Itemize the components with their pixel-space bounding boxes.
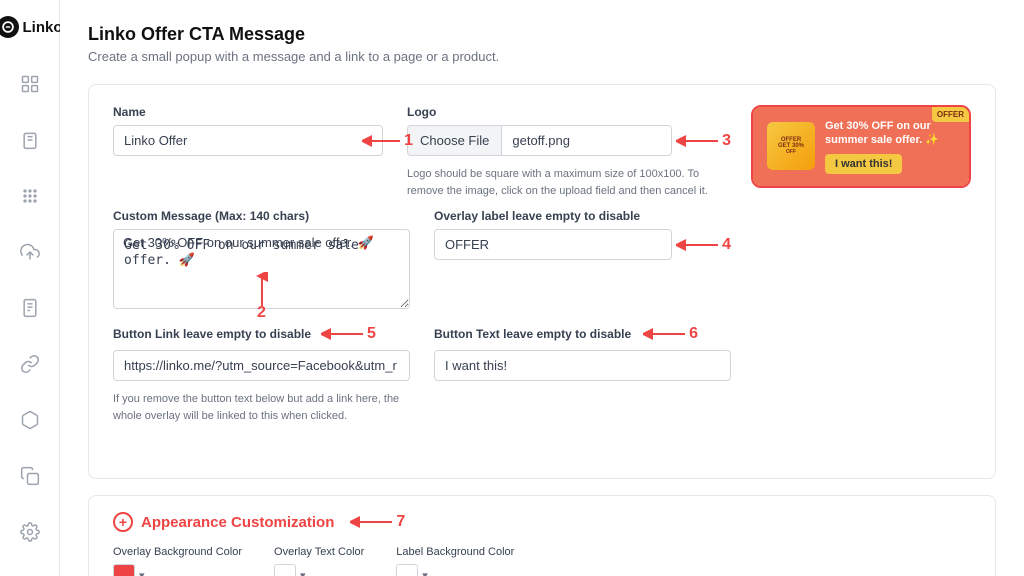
sidebar-item-file[interactable] xyxy=(12,290,48,326)
preview-offer-image: OFFER GET 30% OFF xyxy=(767,122,815,170)
sidebar-item-grid[interactable] xyxy=(12,66,48,102)
label-bg-dropdown[interactable]: ▾ xyxy=(422,569,428,576)
overlay-label-label: Overlay label leave empty to disable xyxy=(434,209,731,223)
button-link-hint: If you remove the button text below but … xyxy=(113,391,410,424)
annotation-7: 7 xyxy=(396,513,405,531)
choose-file-button[interactable]: Choose File xyxy=(407,125,501,156)
overlay-text-swatch[interactable] xyxy=(274,564,296,576)
appearance-header: + Appearance Customization 7 xyxy=(113,512,971,532)
preview-button[interactable]: I want this! xyxy=(825,154,902,174)
button-text-input[interactable] xyxy=(434,350,731,381)
overlay-bg-color-group: Overlay Background Color ▾ xyxy=(113,546,242,576)
button-text-label: Button Text leave empty to disable xyxy=(434,327,631,341)
label-bg-swatch[interactable] xyxy=(396,564,418,576)
overlay-bg-label: Overlay Background Color xyxy=(113,546,242,558)
sidebar-item-copy[interactable] xyxy=(12,458,48,494)
arrow-6-icon xyxy=(643,324,687,344)
preview-inner: OFFER GET 30% OFF Get 30% OFF on our sum… xyxy=(753,107,969,186)
label-bg-color-group: Label Background Color ▾ xyxy=(396,546,514,576)
logo-icon xyxy=(0,16,19,38)
custom-message-label: Custom Message (Max: 140 chars) xyxy=(113,209,410,223)
overlay-bg-swatch-row: ▾ xyxy=(113,564,242,576)
main-content: Linko Offer CTA Message Create a small p… xyxy=(60,0,1024,576)
sidebar-item-link[interactable] xyxy=(12,346,48,382)
sidebar-item-cube[interactable] xyxy=(12,402,48,438)
overlay-text-label: Overlay Text Color xyxy=(274,546,364,558)
appearance-section: + Appearance Customization 7 Overlay Bac… xyxy=(88,495,996,576)
annotation-6: 6 xyxy=(689,325,698,343)
sidebar: Linko xyxy=(0,0,60,576)
color-row: Overlay Background Color ▾ Overlay Text … xyxy=(113,546,971,576)
preview-badge: OFFER xyxy=(932,107,969,122)
annotation-4: 4 xyxy=(722,236,731,254)
overlay-bg-dropdown[interactable]: ▾ xyxy=(139,569,145,576)
arrow-3-icon xyxy=(676,131,720,151)
name-label: Name xyxy=(113,105,383,119)
logo-hint: Logo should be square with a maximum siz… xyxy=(407,166,731,199)
button-link-label: Button Link leave empty to disable xyxy=(113,327,311,341)
file-name-display: getoff.png xyxy=(501,125,672,156)
overlay-text-swatch-row: ▾ xyxy=(274,564,364,576)
file-input-row: Choose File getoff.png 3 xyxy=(407,125,731,156)
label-bg-label: Label Background Color xyxy=(396,546,514,558)
arrow-4-icon xyxy=(676,235,720,255)
overlay-text-color-group: Overlay Text Color ▾ xyxy=(274,546,364,576)
annotation-5: 5 xyxy=(367,325,376,343)
name-input[interactable] xyxy=(113,125,383,156)
overlay-bg-swatch[interactable] xyxy=(113,564,135,576)
label-bg-swatch-row: ▾ xyxy=(396,564,514,576)
page-subtitle: Create a small popup with a message and … xyxy=(88,49,996,64)
page-title: Linko Offer CTA Message xyxy=(88,24,996,45)
form-section: Name 1 Logo xyxy=(88,84,996,479)
overlay-label-input[interactable] xyxy=(434,229,672,260)
appearance-toggle-icon[interactable]: + xyxy=(113,512,133,532)
arrow-7-icon xyxy=(350,512,394,532)
logo-label: Logo xyxy=(407,105,731,119)
appearance-title: Appearance Customization xyxy=(141,514,334,531)
annotation-3: 3 xyxy=(722,132,731,150)
preview-content: Get 30% OFF on our summer sale offer. ✨ … xyxy=(825,119,955,174)
preview-card: OFFER GET 30% OFF Get 30% OFF on our sum… xyxy=(751,105,971,188)
logo-text: Linko xyxy=(23,19,63,36)
sidebar-item-dots[interactable] xyxy=(12,178,48,214)
custom-message-textarea[interactable] xyxy=(113,229,410,309)
overlay-text-dropdown[interactable]: ▾ xyxy=(300,569,306,576)
preview-text: Get 30% OFF on our summer sale offer. ✨ xyxy=(825,119,955,148)
sidebar-item-layers[interactable] xyxy=(12,122,48,158)
sidebar-item-settings[interactable] xyxy=(12,514,48,550)
button-link-input[interactable] xyxy=(113,350,410,381)
sidebar-item-upload[interactable] xyxy=(12,234,48,270)
arrow-5-icon xyxy=(321,324,365,344)
